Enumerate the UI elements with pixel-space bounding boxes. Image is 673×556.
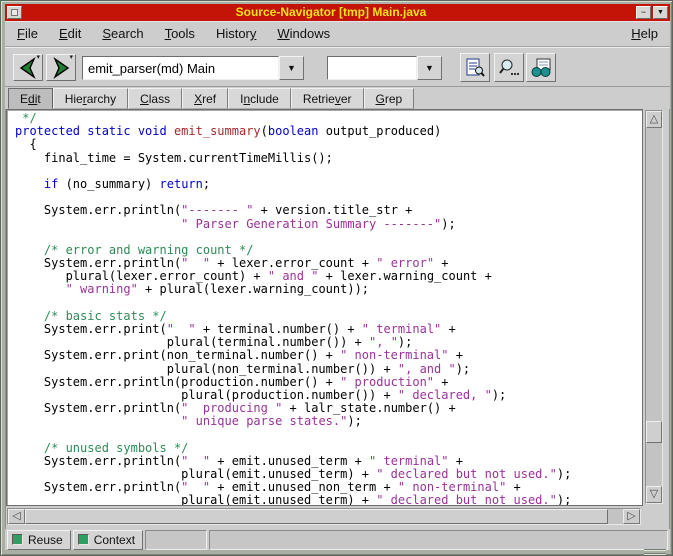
tab-hierarchy[interactable]: Hierarchy: [53, 88, 128, 109]
vertical-scroll-thumb[interactable]: [646, 421, 662, 443]
scroll-right-button[interactable]: ▷: [623, 509, 640, 524]
magnifier-ellipsis-icon: [497, 57, 521, 79]
context-label: Context: [94, 533, 135, 547]
search-combo-input[interactable]: [327, 56, 417, 80]
horizontal-scroll-thumb[interactable]: [25, 509, 608, 524]
reuse-label: Reuse: [28, 533, 63, 547]
open-editor-button[interactable]: [460, 53, 490, 82]
menu-windows[interactable]: Windows: [277, 26, 330, 41]
search-files-button[interactable]: [494, 53, 524, 82]
statusbar: Reuse Context: [5, 529, 670, 550]
tab-xref[interactable]: Xref: [182, 88, 228, 109]
menubar-items: File Edit Search Tools History Windows: [17, 26, 631, 41]
symbol-combo-dropdown-button[interactable]: ▼: [279, 56, 304, 80]
chevron-down-icon: ▼: [287, 63, 296, 73]
scroll-left-icon: ◁: [12, 511, 20, 522]
menu-help[interactable]: Help: [631, 26, 658, 41]
menu-history[interactable]: History: [216, 26, 256, 41]
symbol-combo-input[interactable]: [82, 56, 279, 80]
scroll-down-button[interactable]: ▽: [646, 486, 662, 503]
menubar: File Edit Search Tools History Windows Help: [5, 21, 670, 47]
code-text: */protected static void emit_summary(boo…: [15, 112, 571, 506]
menu-file[interactable]: File: [17, 26, 38, 41]
menu-edit[interactable]: Edit: [59, 26, 81, 41]
scroll-up-icon: △: [650, 114, 658, 125]
horizontal-scrollbar[interactable]: ◁ ▷: [7, 508, 641, 525]
forward-history-dropdown-icon[interactable]: ▾: [69, 54, 73, 62]
tab-include[interactable]: Include: [228, 88, 291, 109]
tab-edit[interactable]: Edit: [8, 88, 53, 109]
menu-search[interactable]: Search: [102, 26, 143, 41]
resize-grip[interactable]: [644, 549, 666, 554]
window-menu-button[interactable]: [7, 6, 22, 19]
reuse-toggle-button[interactable]: Reuse: [7, 530, 71, 550]
maximize-button[interactable]: ▼: [653, 6, 668, 19]
scroll-left-button[interactable]: ◁: [8, 509, 25, 524]
code-editor[interactable]: */protected static void emit_summary(boo…: [6, 109, 643, 506]
minimize-button[interactable]: −: [636, 6, 651, 19]
scroll-right-icon: ▷: [627, 511, 635, 522]
tabbar: EditHierarchyClassXrefIncludeRetrieverGr…: [5, 87, 670, 109]
titlebar[interactable]: Source-Navigator [tmp] Main.java − ▼: [5, 4, 670, 21]
status-panel-left: [145, 530, 207, 550]
binoculars-document-icon: [529, 57, 553, 79]
tab-grep[interactable]: Grep: [364, 88, 415, 109]
window-title: Source-Navigator [tmp] Main.java: [26, 4, 636, 21]
vertical-scrollbar[interactable]: △ ▽: [645, 110, 663, 504]
context-indicator-icon: [78, 534, 89, 545]
scroll-up-button[interactable]: △: [646, 111, 662, 128]
navigate-forward-button[interactable]: ▾: [46, 54, 76, 81]
scroll-down-icon: ▽: [650, 489, 658, 500]
back-history-dropdown-icon[interactable]: ▾: [36, 54, 40, 62]
reuse-indicator-icon: [12, 534, 23, 545]
minimize-icon: −: [641, 8, 646, 17]
chevron-down-icon: ▼: [425, 63, 434, 73]
search-combo-dropdown-button[interactable]: ▼: [417, 56, 442, 80]
status-panel-message: [209, 530, 668, 550]
tab-retriever[interactable]: Retriever: [291, 88, 364, 109]
navigate-back-button[interactable]: ▾: [13, 54, 43, 81]
toolbar: ▾ ▾ ▼ ▼: [5, 47, 670, 87]
window-icon: [11, 9, 18, 16]
menu-tools[interactable]: Tools: [165, 26, 195, 41]
maximize-icon: ▼: [657, 8, 664, 17]
source-navigator-window: Source-Navigator [tmp] Main.java − ▼ Fil…: [0, 0, 673, 556]
document-magnifier-icon: [463, 57, 487, 79]
context-toggle-button[interactable]: Context: [73, 530, 143, 550]
cross-reference-button[interactable]: [526, 53, 556, 82]
tab-class[interactable]: Class: [128, 88, 182, 109]
